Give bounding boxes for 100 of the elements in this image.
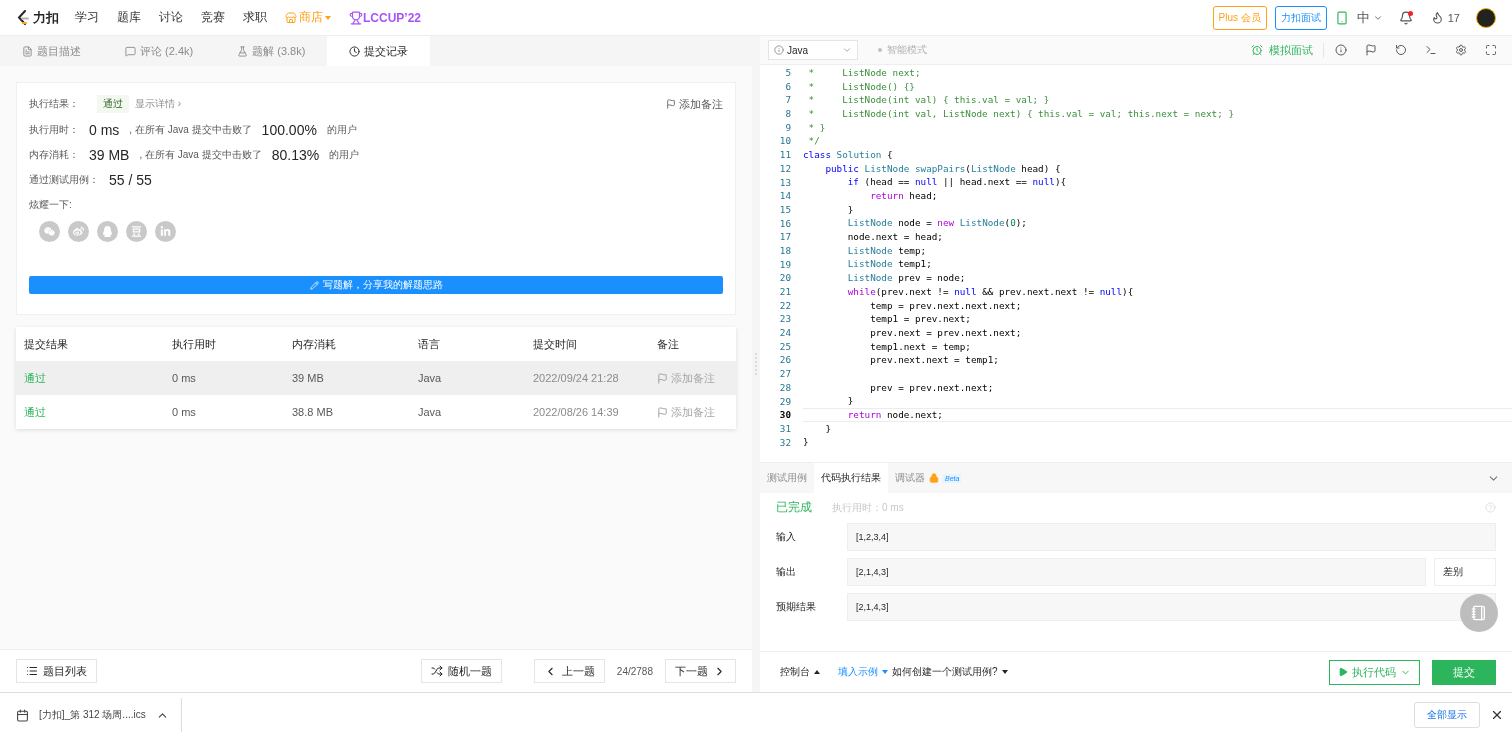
show-all-button[interactable]: 全部显示 [1414, 702, 1480, 728]
flask-icon [237, 45, 249, 57]
line-number: 29 [778, 394, 791, 409]
line-number: 32 [778, 435, 791, 450]
field-label: 输入 [776, 530, 797, 544]
avatar[interactable] [1476, 7, 1496, 28]
nav-link[interactable]: 竞赛 [201, 9, 225, 26]
code-line: * ListNode() {} [807, 80, 915, 93]
line-number: 26 [778, 353, 791, 368]
download-item[interactable]: [力扣]_第 312 场周....ics [16, 698, 182, 732]
caret-icon [882, 670, 888, 674]
contest-link[interactable]: LCCUP’22 [363, 10, 421, 25]
info-icon[interactable] [1335, 44, 1347, 56]
column-header: 执行用时 [172, 336, 217, 352]
line-number: 22 [778, 298, 791, 313]
table-cell-text: Java [418, 406, 443, 418]
table-row[interactable]: 通过 0 ms 38.8 MB Java 2022/08/26 14:39 添加备注 [16, 395, 736, 429]
line-number: 7 [784, 93, 791, 108]
code-line: * ListNode next; [807, 66, 921, 79]
line-number: 28 [778, 380, 791, 395]
nav-link[interactable]: 求职 [243, 9, 267, 26]
code-line: temp1 = prev.next; [869, 313, 971, 326]
flag-icon [666, 99, 676, 109]
console-tab[interactable]: 代码执行结果 [814, 463, 888, 493]
language-select[interactable]: Java [768, 40, 858, 60]
streak-button[interactable]: 17 [1430, 11, 1460, 24]
column-header: 提交结果 [24, 336, 69, 352]
next-button[interactable]: 下一题 [665, 659, 736, 683]
stat-text: 的用户 [326, 122, 357, 137]
line-number: 24 [778, 326, 791, 340]
line-number: 27 [778, 367, 791, 381]
code-line: prev = prev.next.next; [869, 381, 994, 394]
code-line: temp = prev.next.next.next; [869, 299, 1022, 312]
flag-icon[interactable] [1365, 44, 1377, 56]
details-link[interactable]: 显示详情 › [135, 97, 182, 111]
console-button[interactable]: 控制台 [780, 665, 820, 679]
code-line: public ListNode swapPairs(ListNode head) { [824, 162, 1061, 175]
language-button[interactable]: 中 [1356, 8, 1383, 27]
label: 执行用时： [29, 122, 79, 137]
code-line: * } [807, 121, 826, 134]
line-number: 18 [778, 243, 791, 258]
nav-link[interactable]: 题库 [117, 9, 141, 26]
terminal-icon[interactable] [1425, 44, 1437, 56]
table-cell-text: 0 ms [172, 372, 197, 384]
stat-value: 0 ms [89, 121, 120, 138]
status-cell-text: 通过 [24, 404, 47, 420]
code-line: ListNode node = new ListNode(0); [846, 217, 1027, 230]
line-number: 5 [784, 66, 791, 80]
code-line: prev.next = prev.next.next; [869, 326, 1022, 339]
line-number: 6 [784, 79, 791, 94]
stat-text: , 在所有 Java 提交中击败了 [139, 147, 262, 162]
label: 炫耀一下: [29, 197, 72, 212]
line-number: 25 [778, 339, 791, 354]
problem-list-button[interactable]: 题目列表 [16, 659, 97, 683]
close-icon[interactable] [1490, 708, 1504, 722]
line-number: 21 [778, 285, 791, 299]
settings-icon[interactable] [1455, 44, 1467, 56]
code-line: return node.next; [846, 409, 943, 422]
wechat-icon [44, 226, 55, 237]
chevron-down-icon [842, 45, 852, 55]
how-to-link[interactable]: 如何创建一个测试用例? [892, 665, 1008, 679]
notification-button[interactable] [1398, 10, 1413, 25]
linkedin-icon [160, 226, 171, 237]
nav-link[interactable]: 讨论 [159, 9, 183, 26]
weibo-icon [73, 226, 84, 237]
table-cell-text: 2022/09/24 21:28 [533, 372, 620, 384]
code-line: * ListNode(int val) { this.val = val; } [807, 94, 1050, 107]
phone-icon[interactable] [1334, 10, 1349, 25]
comment-icon [125, 45, 136, 57]
line-number: 10 [778, 134, 791, 149]
column-header: 语言 [418, 336, 441, 352]
fullscreen-icon[interactable] [1485, 44, 1497, 56]
code-line: } [846, 203, 854, 216]
table-cell-text: 0 ms [172, 406, 197, 418]
table-cell-text: 38.8 MB [292, 406, 334, 418]
reset-icon[interactable] [1395, 44, 1407, 56]
clock-icon [349, 45, 361, 57]
cases-value: 55 / 55 [109, 171, 152, 188]
output-field: [1,2,3,4] [847, 523, 1496, 551]
caret-icon [325, 15, 331, 20]
logo-icon[interactable] [16, 9, 30, 26]
nav-link[interactable]: 学习 [75, 9, 99, 26]
code-line: return head; [869, 190, 938, 203]
code-line: ListNode temp; [846, 244, 927, 257]
output-field: [2,1,4,3] [847, 593, 1496, 621]
tab[interactable]: 提交记录 [327, 36, 431, 66]
code-line: } [824, 422, 831, 435]
table-row[interactable]: 通过 0 ms 39 MB Java 2022/09/24 21:28 添加备注 [16, 361, 736, 395]
add-note-button[interactable]: 添加备注 [666, 96, 723, 112]
random-button[interactable]: 随机一题 [420, 659, 502, 683]
diff-button[interactable]: 差别 [1434, 558, 1496, 586]
info-icon [774, 45, 784, 55]
line-number: 17 [778, 230, 791, 244]
shuffle-icon [430, 665, 443, 677]
play-icon [1338, 667, 1348, 677]
run-status: 已完成 [776, 499, 812, 516]
prev-button[interactable]: 上一题 [533, 659, 605, 683]
line-number: 11 [778, 148, 791, 162]
logo-text: 力扣 [33, 8, 59, 27]
caret-icon [814, 670, 820, 674]
